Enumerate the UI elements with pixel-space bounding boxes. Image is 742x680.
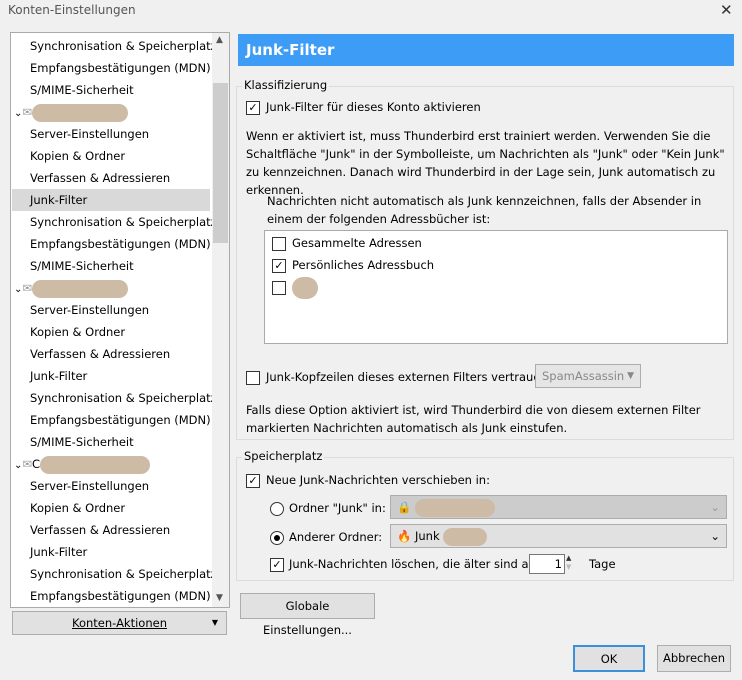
sidebar-item[interactable]: Verfassen & Adressieren — [12, 167, 210, 189]
junk-folder-radio[interactable] — [270, 502, 284, 516]
sidebar-item[interactable]: Server-Einstellungen — [12, 299, 210, 321]
junk-folder-label: Ordner "Junk" in: — [289, 501, 386, 515]
cancel-button[interactable]: Abbrechen — [657, 645, 731, 672]
chevron-down-icon: ⌄ — [710, 529, 720, 543]
redacted-account — [32, 103, 129, 122]
sidebar-item[interactable]: Server-Einstellungen — [12, 475, 210, 497]
move-junk-checkbox[interactable]: ✓ — [246, 474, 260, 488]
sidebar-item[interactable]: Junk-Filter — [12, 541, 210, 563]
account-name: C — [32, 457, 41, 471]
redacted-folder — [443, 527, 488, 546]
delete-old-label: Junk-Nachrichten löschen, die älter sind… — [289, 557, 538, 571]
addressbook-checkbox[interactable]: ✓ — [272, 259, 286, 273]
trust-headers-label: Junk-Kopfzeilen dieses externen Filters … — [266, 370, 552, 384]
whitelist-label: Nachrichten nicht automatisch als Junk k… — [267, 194, 702, 226]
storage-legend: Speicherplatz — [242, 449, 325, 463]
move-junk-label: Neue Junk-Nachrichten verschieben in: — [266, 473, 490, 487]
redacted-account — [414, 498, 495, 517]
sidebar-item[interactable]: Kopien & Ordner — [12, 145, 210, 167]
days-input[interactable]: 1 — [529, 554, 565, 574]
other-folder-select[interactable]: 🔥 Junk ⌄ — [390, 524, 727, 548]
sidebar-item[interactable]: S/MIME-Sicherheit — [12, 255, 210, 277]
scroll-down-icon[interactable]: ▼ — [216, 593, 223, 603]
enable-junk-label: Junk-Filter für dieses Konto aktivieren — [266, 100, 481, 114]
other-folder-label: Anderer Ordner: — [289, 530, 383, 544]
global-settings-button[interactable]: Globale Einstellungen... — [240, 593, 375, 637]
sidebar-item[interactable]: S/MIME-Sicherheit — [12, 431, 210, 453]
sidebar-item[interactable]: Junk-Filter — [12, 365, 210, 387]
scrollbar-thumb[interactable] — [213, 83, 228, 243]
sidebar-item[interactable]: Server-Einstellungen — [12, 123, 210, 145]
sidebar-item[interactable]: Junk-Filter — [12, 189, 210, 211]
mail-account-icon: ✉ — [22, 457, 33, 471]
delete-old-checkbox[interactable]: ✓ — [270, 558, 284, 572]
dropdown-arrow-icon: ▼ — [211, 618, 218, 627]
account-tree[interactable]: Synchronisation & Speicherplatz Empfangsb… — [10, 32, 230, 608]
sidebar-item[interactable]: Empfangsbestätigungen (MDN) — [12, 585, 211, 607]
days-spinner[interactable]: ▲ ▼ — [566, 554, 571, 572]
sidebar-item[interactable]: S/MIME-Sicherheit — [12, 79, 210, 101]
account-actions-button[interactable]: Konten-Aktionen ▼ — [12, 611, 227, 635]
sidebar-item[interactable]: Empfangsbestätigungen (MDN) — [12, 233, 211, 255]
sidebar-item[interactable]: Verfassen & Adressieren — [12, 519, 210, 541]
addressbook-checkbox[interactable] — [272, 237, 286, 251]
sidebar-item[interactable]: Kopien & Ordner — [12, 321, 210, 343]
close-button[interactable]: ✕ — [720, 1, 733, 19]
mail-account-icon: ✉ — [22, 281, 33, 295]
sidebar-account[interactable]: ⌄✉ — [12, 277, 210, 299]
window-title: Konten-Einstellungen — [8, 3, 136, 17]
sidebar-item[interactable]: Empfangsbestätigungen (MDN) — [12, 57, 211, 79]
training-info: Wenn er aktiviert ist, muss Thunderbird … — [246, 129, 725, 197]
classification-legend: Klassifizierung — [242, 78, 330, 92]
sidebar-item[interactable]: Synchronisation & Speicherplatz — [12, 35, 217, 57]
ok-button[interactable]: OK — [573, 645, 645, 672]
addressbook-label: Gesammelte Adressen — [292, 236, 422, 250]
sidebar-item[interactable]: Kopien & Ordner — [12, 497, 210, 519]
enable-junk-checkbox[interactable]: ✓ — [246, 101, 260, 115]
redacted-addressbook — [292, 277, 318, 299]
redacted-account — [40, 455, 151, 474]
sidebar-item[interactable]: Empfangsbestätigungen (MDN) — [12, 409, 211, 431]
days-unit: Tage — [589, 557, 616, 571]
page-title: Junk-Filter — [238, 34, 734, 66]
scroll-up-icon[interactable]: ▲ — [216, 35, 223, 45]
junk-folder-account-select[interactable]: 🔒 ⌄ — [390, 495, 727, 519]
sidebar-item[interactable]: Synchronisation & Speicherplatz — [12, 211, 217, 233]
external-filter-select[interactable]: SpamAssassin ▼ — [535, 364, 641, 388]
sidebar-account[interactable]: ⌄✉C — [12, 453, 210, 475]
addressbook-checkbox[interactable] — [272, 281, 286, 295]
sidebar-item[interactable]: Verfassen & Adressieren — [12, 343, 210, 365]
sidebar-item[interactable]: Synchronisation & Speicherplatz — [12, 563, 217, 585]
fire-icon: 🔥 — [397, 529, 412, 543]
sidebar-account[interactable]: ⌄✉ — [12, 101, 210, 123]
trust-headers-checkbox[interactable] — [246, 371, 260, 385]
addressbook-label: Persönliches Adressbuch — [292, 258, 435, 272]
sidebar-item[interactable]: Synchronisation & Speicherplatz — [12, 387, 217, 409]
chevron-down-icon: ⌄ — [710, 500, 720, 514]
addressbook-list[interactable]: Gesammelte Adressen ✓ Persönliches Adres… — [264, 230, 728, 344]
chevron-down-icon: ▼ — [627, 371, 634, 381]
other-folder-radio[interactable] — [270, 531, 284, 545]
redacted-account — [32, 279, 129, 298]
trust-info: Falls diese Option aktiviert ist, wird T… — [246, 403, 701, 435]
mail-account-icon: ✉ — [22, 105, 33, 119]
locked-mail-icon: 🔒 — [397, 500, 412, 514]
